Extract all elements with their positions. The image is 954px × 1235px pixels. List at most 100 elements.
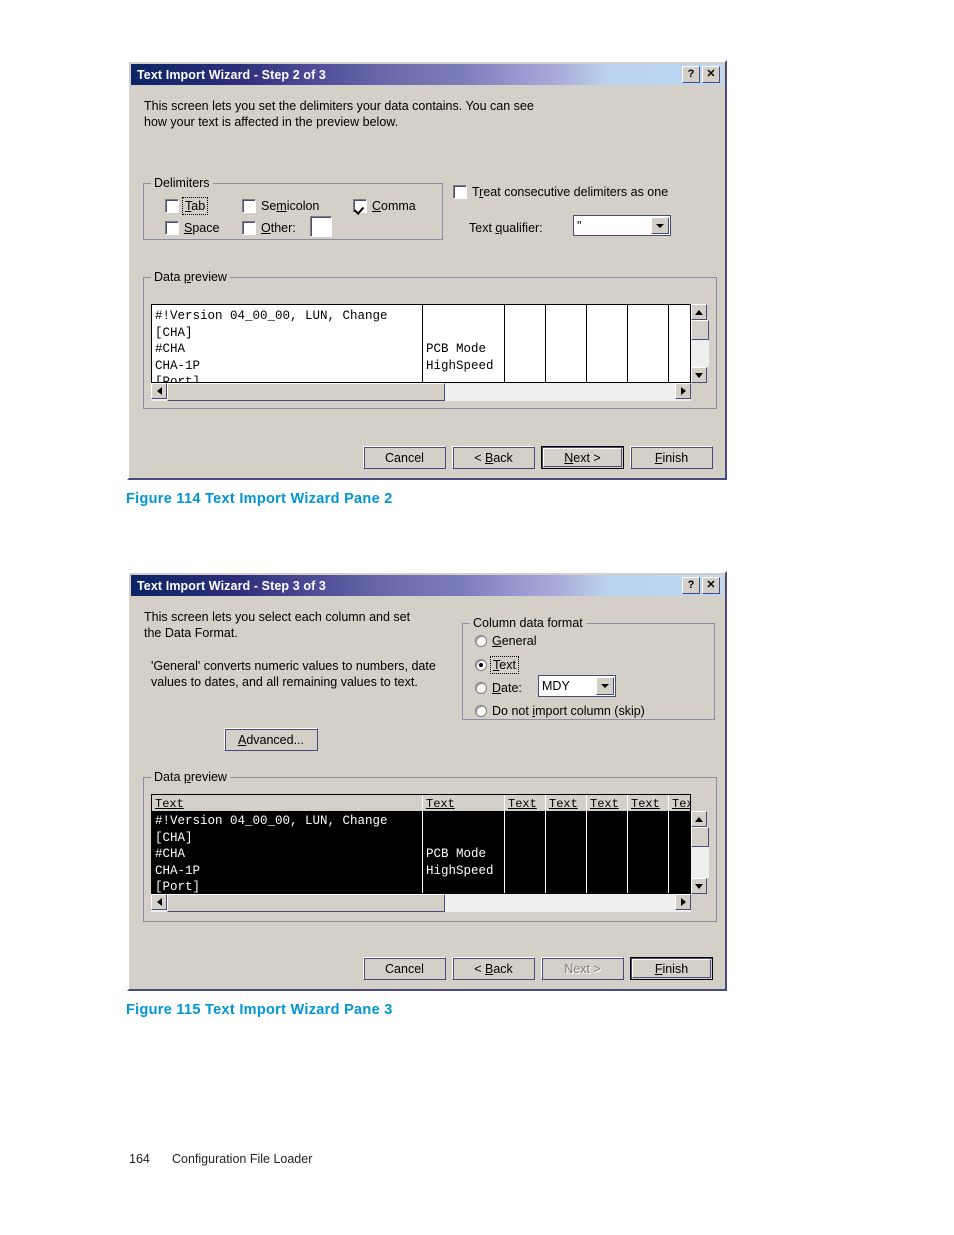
vscroll-thumb[interactable] xyxy=(691,827,709,847)
vscroll-track[interactable] xyxy=(691,340,709,367)
scroll-right-button[interactable] xyxy=(675,894,691,910)
checkbox-comma[interactable]: Comma xyxy=(353,199,416,213)
preview-column[interactable] xyxy=(546,305,587,382)
preview-column[interactable]: Text xyxy=(505,795,546,893)
preview-column-header[interactable]: Text xyxy=(505,795,545,812)
checkbox-other[interactable]: Other: xyxy=(242,221,296,235)
titlebar-title: Text Import Wizard - Step 2 of 3 xyxy=(137,67,326,82)
checkbox-treat-consecutive[interactable]: Treat consecutive delimiters as one xyxy=(453,185,668,199)
radio-dot xyxy=(475,635,487,647)
preview-cell: #!Version 04_00_00, LUN, Change xyxy=(155,309,388,323)
hscroll-thumb[interactable] xyxy=(167,383,445,401)
preview-vscrollbar-step3[interactable] xyxy=(691,811,709,894)
preview-column-header[interactable]: Text xyxy=(152,795,422,812)
radio-do-not-import[interactable]: Do not import column (skip) xyxy=(475,704,645,718)
checkbox-semicolon[interactable]: Semicolon xyxy=(242,199,319,213)
preview-column[interactable] xyxy=(505,305,546,382)
preview-column[interactable]: Text xyxy=(669,795,690,893)
cancel-button[interactable]: Cancel xyxy=(363,957,446,980)
titlebar-step3[interactable]: Text Import Wizard - Step 3 of 3 ? ✕ xyxy=(131,575,723,596)
chevron-down-icon[interactable] xyxy=(651,217,669,234)
preview-column-header[interactable]: Text xyxy=(587,795,627,812)
back-button[interactable]: < Back xyxy=(452,446,535,469)
back-button[interactable]: < Back xyxy=(452,957,535,980)
date-format-combo[interactable]: MDY xyxy=(538,675,616,697)
scroll-down-button[interactable] xyxy=(691,878,707,894)
radio-date[interactable]: Date: xyxy=(475,681,522,695)
preview-column-header[interactable]: Text xyxy=(628,795,668,812)
preview-column[interactable]: Text PCB Mode HighSpeed xyxy=(423,795,505,893)
preview-column[interactable] xyxy=(587,305,628,382)
scroll-left-button[interactable] xyxy=(151,894,167,910)
cancel-button[interactable]: Cancel xyxy=(363,446,446,469)
preview-cell xyxy=(505,358,545,375)
preview-column[interactable]: Text #!Version 04_00_00, LUN, Change [CHA]… xyxy=(152,795,423,893)
radio-dot xyxy=(475,682,487,694)
preview-column-header[interactable]: Text xyxy=(423,795,504,812)
checkbox-space[interactable]: Space xyxy=(165,221,219,235)
footer-title: Configuration File Loader xyxy=(172,1152,313,1166)
preview-cell xyxy=(587,325,627,342)
preview-column[interactable] xyxy=(669,305,690,382)
preview-cell xyxy=(505,325,545,342)
scroll-right-button[interactable] xyxy=(675,383,691,399)
preview-column[interactable]: Text xyxy=(628,795,669,893)
hscroll-track[interactable] xyxy=(445,383,675,401)
titlebar-step2[interactable]: Text Import Wizard - Step 2 of 3 ? ✕ xyxy=(131,64,723,85)
preview-vscrollbar-step2[interactable] xyxy=(691,304,709,383)
preview-cell xyxy=(587,374,627,382)
scrollbar-corner xyxy=(691,894,709,912)
scroll-up-button[interactable] xyxy=(691,811,707,827)
preview-column-header[interactable]: Text xyxy=(546,795,586,812)
close-icon[interactable]: ✕ xyxy=(702,577,720,594)
vscroll-thumb[interactable] xyxy=(691,320,709,340)
scrollbar-header-corner xyxy=(691,794,709,811)
preview-cell xyxy=(628,374,668,382)
preview-column[interactable]: PCB Mode HighSpeed xyxy=(423,305,505,382)
finish-button[interactable]: Finish xyxy=(630,957,713,980)
preview-column[interactable]: #!Version 04_00_00, LUN, Change [CHA] #CHA… xyxy=(152,305,423,382)
preview-cell xyxy=(423,813,504,830)
preview-cell xyxy=(546,358,586,375)
advanced-button[interactable]: Advanced... xyxy=(224,728,318,751)
preview-column[interactable]: Text xyxy=(587,795,628,893)
checkbox-box xyxy=(165,221,179,235)
checkbox-box xyxy=(242,199,256,213)
scroll-up-button[interactable] xyxy=(691,304,707,320)
other-delimiter-input[interactable] xyxy=(310,216,332,237)
preview-cell xyxy=(546,813,586,830)
help-button[interactable]: ? xyxy=(682,577,700,594)
titlebar-title: Text Import Wizard - Step 3 of 3 xyxy=(137,578,326,593)
preview-cell: [CHA] xyxy=(155,830,193,845)
text-qualifier-combo[interactable]: " xyxy=(573,215,671,236)
finish-button[interactable]: Finish xyxy=(630,446,713,469)
preview-cell xyxy=(546,308,586,325)
preview-cell xyxy=(587,813,627,830)
next-button[interactable]: Next > xyxy=(541,446,624,469)
preview-cell xyxy=(669,863,690,880)
preview-cell xyxy=(628,358,668,375)
preview-column-header[interactable]: Text xyxy=(669,795,690,812)
text-import-wizard-step3-dialog: Text Import Wizard - Step 3 of 3 ? ✕ Thi… xyxy=(127,571,727,991)
figure-caption-115: Figure 115 Text Import Wizard Pane 3 xyxy=(126,1002,393,1018)
radio-text[interactable]: Text xyxy=(475,656,519,674)
preview-hscrollbar-step3[interactable] xyxy=(151,894,691,912)
hscroll-track[interactable] xyxy=(445,894,675,912)
preview-grid-step2[interactable]: #!Version 04_00_00, LUN, Change [CHA] #CHA… xyxy=(151,304,691,383)
data-preview-panel-step3: Text #!Version 04_00_00, LUN, Change [CHA]… xyxy=(151,794,709,912)
preview-cell xyxy=(546,846,586,863)
help-button[interactable]: ? xyxy=(682,66,700,83)
preview-grid-step3[interactable]: Text #!Version 04_00_00, LUN, Change [CHA]… xyxy=(151,794,691,894)
chevron-down-icon[interactable] xyxy=(596,677,614,695)
preview-column[interactable] xyxy=(628,305,669,382)
preview-hscrollbar-step2[interactable] xyxy=(151,383,691,401)
preview-cell xyxy=(628,830,668,847)
scroll-down-button[interactable] xyxy=(691,367,707,383)
scroll-left-button[interactable] xyxy=(151,383,167,399)
close-icon[interactable]: ✕ xyxy=(702,66,720,83)
checkbox-tab[interactable]: Tab xyxy=(165,197,209,215)
radio-general[interactable]: General xyxy=(475,634,536,648)
preview-column[interactable]: Text xyxy=(546,795,587,893)
hscroll-thumb[interactable] xyxy=(167,894,445,912)
vscroll-track[interactable] xyxy=(691,847,709,878)
